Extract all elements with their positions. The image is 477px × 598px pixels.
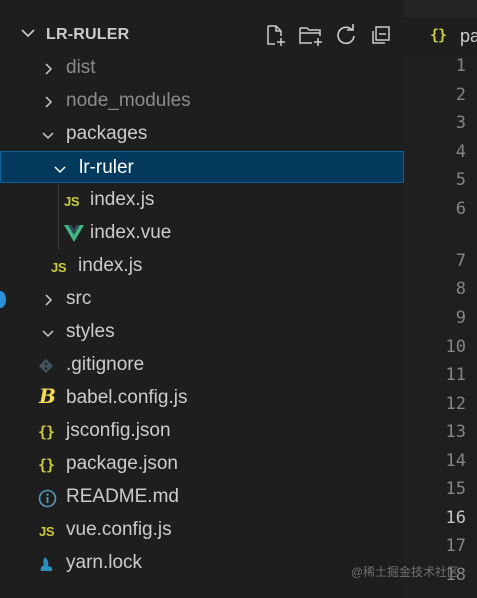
line-number: 14	[445, 451, 466, 471]
tree-item-label: styles	[66, 321, 115, 342]
tree-item-package-json[interactable]: {} package.json	[0, 448, 404, 481]
editor-area: {} pa 1 2 3 4 5 6 7 8 9 10 11 12 13 14 1…	[404, 0, 477, 598]
chevron-right-icon	[45, 294, 53, 306]
line-number: 10	[445, 337, 466, 357]
vue-icon	[64, 224, 84, 244]
tree-item-label: package.json	[66, 453, 178, 474]
project-title: LR-RULER	[46, 26, 130, 43]
tree-item-lr-ruler[interactable]: lr-ruler	[0, 151, 404, 183]
tree-item-label: index.js	[90, 189, 155, 210]
tree-item-styles[interactable]: styles	[0, 316, 404, 349]
tree-item-label: index.js	[78, 255, 143, 276]
watermark: @稀土掘金技术社区	[350, 565, 459, 579]
yarn-icon	[38, 554, 56, 574]
chevron-down-icon	[42, 132, 54, 140]
tree-item-label: babel.config.js	[66, 387, 188, 408]
tree-item-node-modules[interactable]: node_modules	[0, 85, 404, 118]
tab-label: pa	[460, 26, 477, 46]
tree-item-label: yarn.lock	[66, 552, 143, 573]
tree-item-label: lr-ruler	[79, 157, 134, 178]
line-number: 9	[455, 308, 466, 328]
tree-item-label: dist	[66, 57, 96, 78]
line-number: 12	[445, 394, 466, 414]
tree-item-src[interactable]: src	[0, 283, 404, 316]
tree-item-label: src	[66, 288, 92, 309]
line-number: 4	[455, 142, 466, 162]
line-number: 3	[455, 113, 466, 133]
chevron-down-icon[interactable]	[21, 28, 35, 38]
js-file-icon: JS	[64, 193, 80, 209]
chevron-down-icon	[42, 330, 54, 338]
chevron-right-icon	[45, 96, 53, 108]
tree-item-jsconfig[interactable]: {} jsconfig.json	[0, 415, 404, 448]
chevron-right-icon	[45, 63, 53, 75]
js-file-icon: JS	[39, 523, 55, 539]
git-icon	[38, 356, 54, 376]
new-file-icon[interactable]	[262, 22, 288, 48]
tree-item-index-vue[interactable]: index.vue	[0, 217, 404, 250]
line-number: 13	[445, 422, 466, 442]
explorer-header[interactable]: LR-RULER	[0, 16, 404, 52]
tree-item-readme[interactable]: README.md	[0, 481, 404, 514]
line-number: 15	[445, 479, 466, 499]
tree-item-label: packages	[66, 123, 148, 144]
tree-item-gitignore[interactable]: .gitignore	[0, 349, 404, 382]
line-number: 5	[455, 170, 466, 190]
line-number: 2	[455, 85, 466, 105]
tree-item-label: README.md	[66, 486, 179, 507]
tree-item-packages[interactable]: packages	[0, 118, 404, 151]
tree-item-babel-config[interactable]: B babel.config.js	[0, 382, 404, 415]
line-number: 11	[445, 365, 466, 385]
editor-tab[interactable]: {} pa	[404, 17, 477, 53]
line-number: 17	[445, 536, 466, 556]
explorer-panel: LR-RULER dist node_modules packages lr-r…	[0, 0, 404, 598]
json-icon: {}	[430, 26, 447, 44]
tabs-bar	[404, 0, 477, 17]
refresh-icon[interactable]	[333, 22, 359, 48]
chevron-down-icon	[54, 166, 66, 174]
tree-item-yarn-lock[interactable]: yarn.lock	[0, 547, 404, 580]
info-icon	[38, 488, 57, 508]
tree-item-label: jsconfig.json	[66, 420, 171, 441]
tree-item-label: node_modules	[66, 90, 191, 111]
babel-icon: B	[39, 384, 56, 408]
json-icon: {}	[38, 423, 55, 441]
collapse-all-icon[interactable]	[368, 22, 394, 48]
line-number: 7	[455, 251, 466, 271]
json-icon: {}	[38, 456, 55, 474]
tree-item-dist[interactable]: dist	[0, 52, 404, 85]
line-number: 8	[455, 279, 466, 299]
line-number-current: 16	[445, 508, 466, 528]
tree-item-label: .gitignore	[66, 354, 145, 375]
js-file-icon: JS	[51, 259, 67, 275]
line-number: 6	[455, 199, 466, 219]
new-folder-icon[interactable]	[298, 22, 324, 48]
tree-item-label: vue.config.js	[66, 519, 172, 540]
tree-item-vue-config[interactable]: JS vue.config.js	[0, 514, 404, 547]
tree-item-label: index.vue	[90, 222, 172, 243]
tree-item-index-js[interactable]: JS index.js	[0, 250, 404, 283]
tree-item-index-js[interactable]: JS index.js	[0, 184, 404, 217]
line-number: 1	[455, 56, 466, 76]
